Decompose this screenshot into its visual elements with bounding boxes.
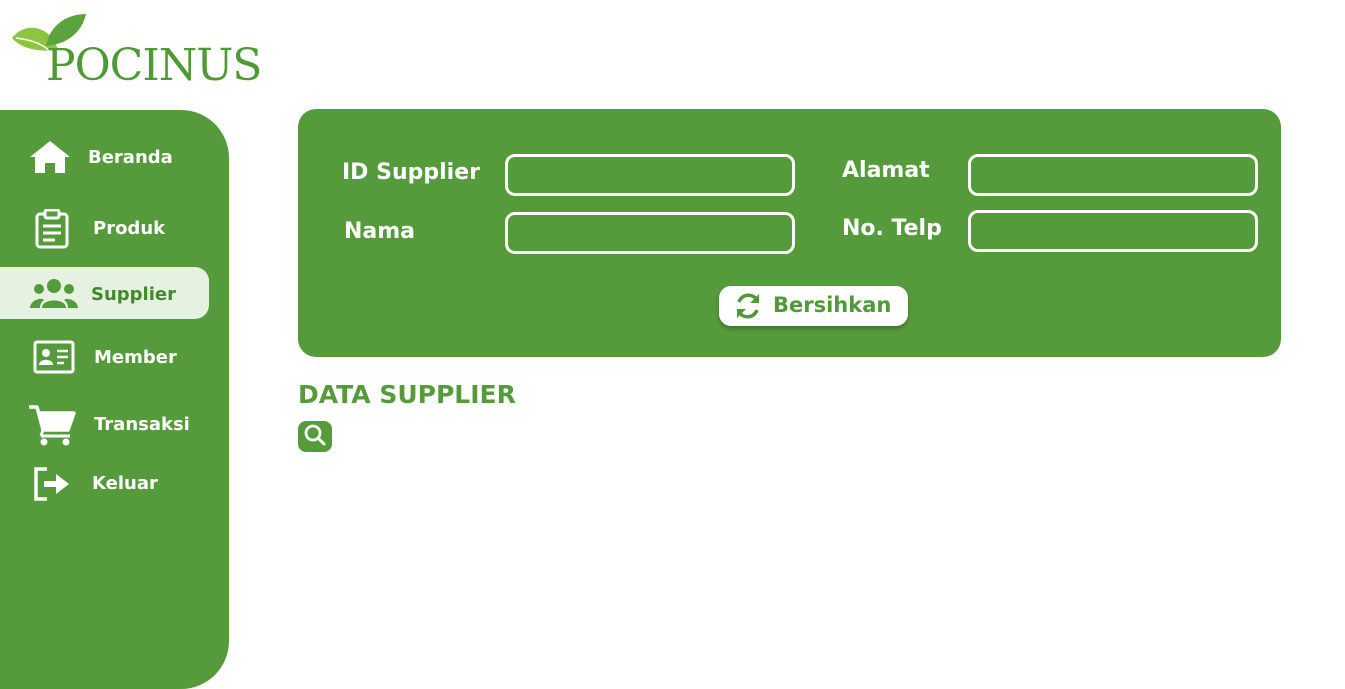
clear-button-label: Bersihkan [773, 293, 892, 317]
search-icon [303, 423, 327, 451]
id-card-icon [33, 340, 75, 374]
sidebar-item-label: Keluar [92, 473, 158, 494]
alamat-label: Alamat [842, 158, 930, 183]
search-button[interactable] [298, 421, 332, 452]
alamat-field[interactable] [968, 154, 1258, 196]
id-supplier-field[interactable] [505, 154, 795, 196]
app-logo: POCINUS [10, 10, 262, 91]
cart-icon [28, 404, 76, 446]
clear-button[interactable]: Bersihkan [719, 286, 908, 326]
sidebar-item-label: Supplier [91, 284, 176, 305]
logo-text: POCINUS [46, 40, 262, 91]
home-icon [28, 139, 72, 175]
sidebar-item-label: Produk [93, 218, 166, 239]
users-icon [30, 278, 78, 310]
nama-field[interactable] [505, 212, 795, 254]
section-title: DATA SUPPLIER [298, 380, 516, 409]
clipboard-icon [34, 209, 70, 249]
sidebar-item-label: Transaksi [94, 414, 190, 435]
id-supplier-label: ID Supplier [342, 160, 480, 185]
sidebar-item-member[interactable]: Member [0, 331, 229, 383]
sidebar-item-label: Member [94, 347, 177, 368]
sidebar-item-supplier[interactable]: Supplier [0, 267, 209, 319]
refresh-icon [733, 291, 763, 325]
sidebar-item-label: Beranda [88, 147, 173, 168]
telp-label: No. Telp [842, 216, 942, 241]
nama-label: Nama [344, 219, 416, 244]
sidebar-item-transaksi[interactable]: Transaksi [0, 399, 229, 451]
logout-icon [33, 467, 71, 501]
telp-field[interactable] [968, 210, 1258, 252]
sidebar-item-produk[interactable]: Produk [0, 202, 229, 254]
sidebar-item-beranda[interactable]: Beranda [0, 131, 229, 183]
sidebar-item-keluar[interactable]: Keluar [0, 458, 229, 510]
